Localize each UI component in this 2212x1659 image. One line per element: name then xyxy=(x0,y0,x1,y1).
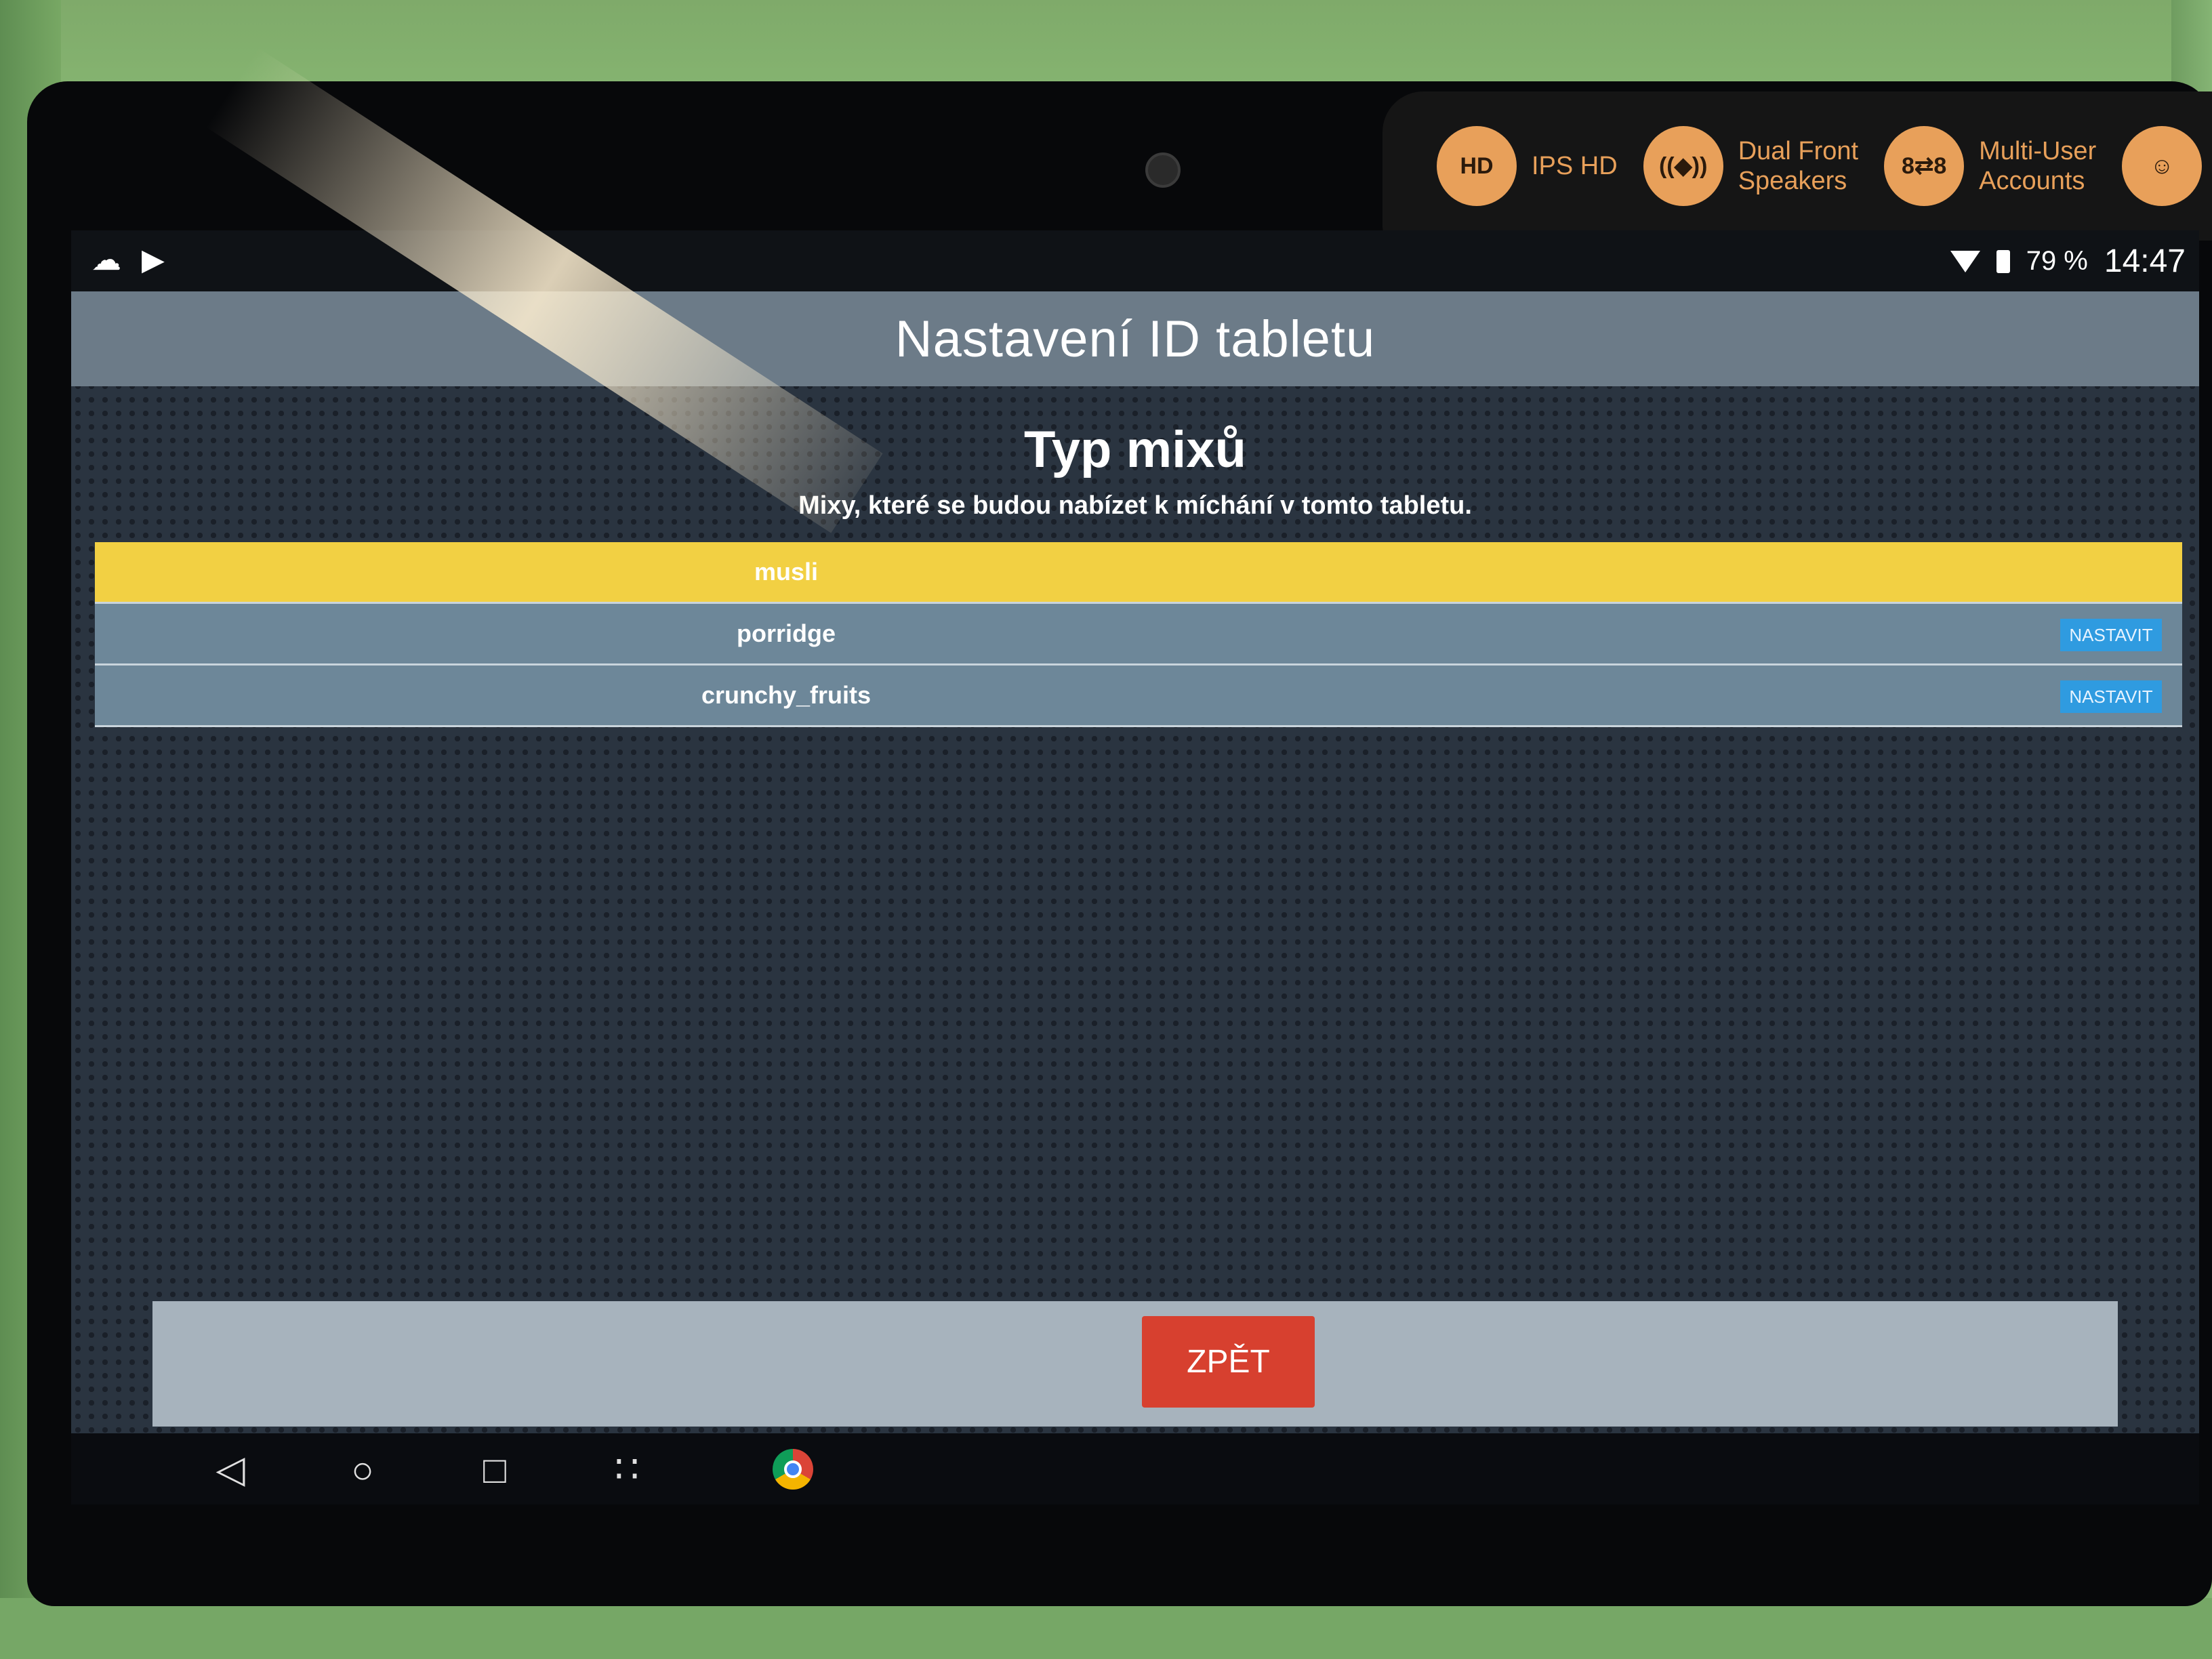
feature-label: IPS HD xyxy=(1532,152,1618,180)
mix-name: crunchy_fruits xyxy=(701,681,872,709)
battery-level: 79 % xyxy=(2026,246,2088,276)
mix-name: musli xyxy=(754,558,819,586)
app-title: Nastavení ID tabletu xyxy=(895,310,1376,368)
feature-speakers: ((◆)) Dual Front Speakers xyxy=(1643,126,1858,206)
set-crunchy-fruits-button[interactable]: NASTAVIT xyxy=(2060,680,2162,713)
speaker-icon: ((◆)) xyxy=(1643,126,1723,206)
set-porridge-button[interactable]: NASTAVIT xyxy=(2060,619,2162,651)
feature-sticker: HD IPS HD ((◆)) Dual Front Speakers 8⇄8 … xyxy=(1382,91,2212,241)
mix-row-musli[interactable]: musli xyxy=(95,542,2182,604)
feature-kids: ☺ xyxy=(2122,126,2203,206)
mix-name: porridge xyxy=(736,619,836,647)
android-navigation-bar: ◁ ○ □ ∷ xyxy=(71,1433,2199,1504)
tablet-screen: ☁ ▶ 79 % 14:47 Nastavení ID tabletu Typ … xyxy=(71,230,2199,1504)
apps-icon[interactable]: ∷ xyxy=(600,1446,654,1493)
face-icon: ☺ xyxy=(2122,126,2203,206)
chrome-icon[interactable] xyxy=(766,1446,820,1493)
cloud-icon: ☁ xyxy=(91,243,121,276)
hd-icon: HD xyxy=(1437,126,1517,206)
clock: 14:47 xyxy=(2104,243,2186,279)
status-bar: ☁ ▶ 79 % 14:47 xyxy=(71,230,2199,291)
mix-list: musli porridge NASTAVIT crunchy_fruits N… xyxy=(95,542,2182,727)
wifi-icon xyxy=(1950,250,1980,272)
mix-row-porridge[interactable]: porridge NASTAVIT xyxy=(95,604,2182,665)
back-button[interactable]: ZPĚT xyxy=(1142,1316,1315,1408)
feature-multi-user: 8⇄8 Multi-User Accounts xyxy=(1884,126,2096,206)
front-camera xyxy=(1145,152,1181,188)
home-icon[interactable]: ○ xyxy=(335,1446,390,1493)
notification-icons: ☁ ▶ xyxy=(91,243,165,277)
feature-label: Dual Front Speakers xyxy=(1738,137,1859,195)
feature-ips-hd: HD IPS HD xyxy=(1437,126,1618,206)
app-title-bar: Nastavení ID tabletu xyxy=(71,291,2199,386)
bottom-action-bar: ZPĚT xyxy=(152,1301,2118,1427)
battery-icon xyxy=(1996,249,2010,273)
chrome-logo xyxy=(773,1449,813,1490)
multi-user-icon: 8⇄8 xyxy=(1884,126,1965,206)
recents-icon[interactable]: □ xyxy=(468,1446,522,1493)
section-subtitle: Mixy, které se budou nabízet k míchání v… xyxy=(798,491,1472,520)
feature-label: Multi-User Accounts xyxy=(1979,137,2097,195)
back-icon[interactable]: ◁ xyxy=(203,1446,258,1493)
system-status: 79 % 14:47 xyxy=(1950,243,2186,280)
play-store-icon: ▶ xyxy=(142,243,165,276)
section-title: Typ mixů xyxy=(1024,421,1246,478)
mix-row-crunchy-fruits[interactable]: crunchy_fruits NASTAVIT xyxy=(95,665,2182,727)
tablet-case-bottom xyxy=(0,1598,2212,1659)
